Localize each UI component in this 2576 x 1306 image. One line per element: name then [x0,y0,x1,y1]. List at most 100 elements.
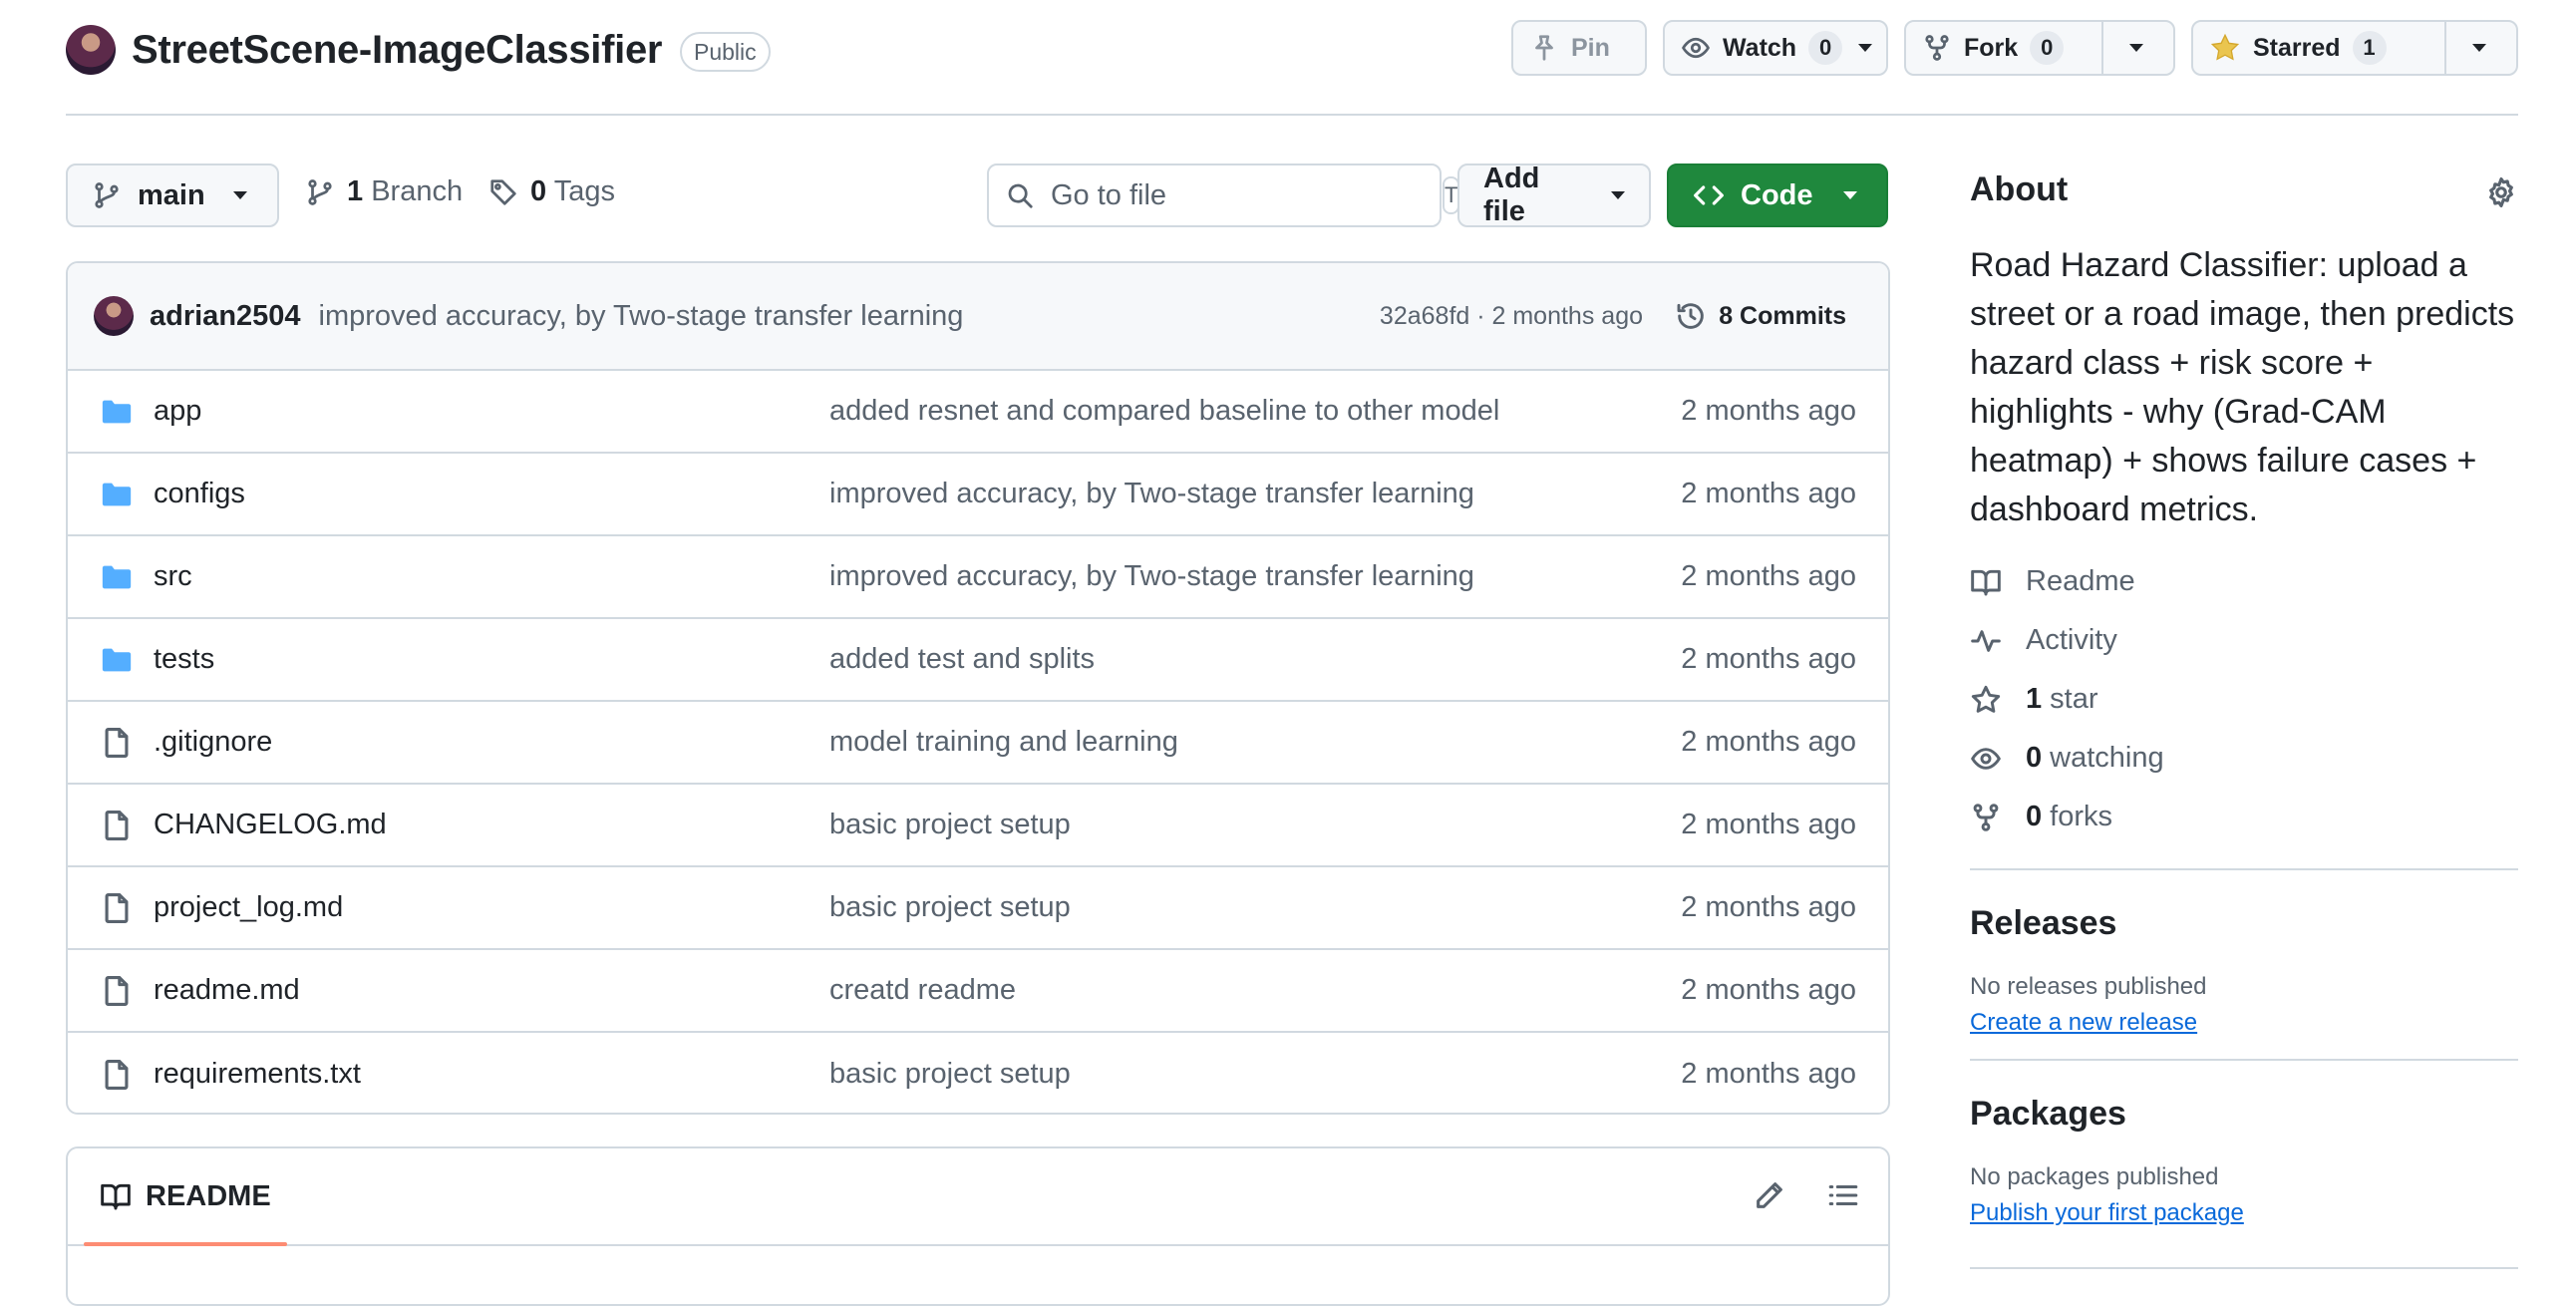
commit-author[interactable]: adrian2504 [150,300,301,333]
file-row[interactable]: configs improved accuracy, by Two-stage t… [68,454,1888,536]
file-icon [100,809,134,842]
file-row[interactable]: app added resnet and compared baseline to… [68,371,1888,454]
file-row[interactable]: .gitignore model training and learning 2 m… [68,702,1888,785]
commit-hash-time[interactable]: 32a68fd · 2 months ago [1380,302,1643,331]
add-file-label: Add file [1483,163,1540,227]
book-icon [100,1180,132,1212]
gear-icon[interactable] [2484,175,2518,209]
book-icon [1970,566,2002,598]
folder-icon [100,643,134,677]
create-release-link[interactable]: Create a new release [1970,1009,2197,1037]
commit-message[interactable]: improved accuracy, by Two-stage transfer… [319,300,964,333]
owner-avatar[interactable] [66,25,116,75]
folder-icon [100,478,134,511]
file-commit-message[interactable]: basic project setup [829,891,1071,924]
readme-tab[interactable]: README [84,1148,287,1246]
file-row[interactable]: project_log.md basic project setup 2 month… [68,867,1888,950]
watch-button[interactable]: Watch 0 [1665,22,1858,74]
file-name[interactable]: .gitignore [154,726,272,759]
star-dropdown[interactable] [2446,22,2512,74]
file-commit-message[interactable]: improved accuracy, by Two-stage transfer… [829,478,1474,510]
file-row[interactable]: readme.md creatd readme 2 months ago [68,950,1888,1033]
fork-dropdown[interactable] [2103,22,2169,74]
file-commit-message[interactable]: added resnet and compared baseline to ot… [829,395,1499,428]
chevron-down-icon [1858,44,1873,52]
fork-icon [1922,33,1952,63]
fork-button-group: Fork 0 [1904,20,2175,76]
eye-icon [1970,743,2002,775]
repo-name[interactable]: StreetScene-ImageClassifier [132,25,662,75]
file-name[interactable]: tests [154,643,214,676]
history-icon [1675,300,1707,332]
edit-pencil-icon[interactable] [1753,1178,1786,1212]
starred-button[interactable]: Starred 1 [2193,22,2444,74]
code-button[interactable]: Code [1667,163,1888,227]
file-commit-message[interactable]: basic project setup [829,809,1071,841]
file-commit-message[interactable]: creatd readme [829,974,1016,1007]
file-name[interactable]: app [154,395,201,428]
commits-count: 8 Commits [1719,301,1846,330]
releases-heading[interactable]: Releases [1970,904,2518,943]
watching-count: 0 [2026,742,2043,774]
fork-button[interactable]: Fork 0 [1906,22,2101,74]
publish-package-link[interactable]: Publish your first package [1970,1199,2244,1227]
branch-select[interactable]: main [66,163,279,227]
file-name[interactable]: project_log.md [154,891,343,924]
eye-icon [1681,33,1711,63]
outline-list-icon[interactable] [1826,1178,1860,1212]
chevron-down-icon [1611,191,1625,199]
file-name[interactable]: requirements.txt [154,1058,361,1091]
sidebar-divider [1970,1267,2518,1269]
file-row[interactable]: requirements.txt basic project setup 2 mon… [68,1033,1888,1113]
file-commit-message[interactable]: model training and learning [829,726,1178,759]
branch-label: Branch [371,175,464,207]
go-to-file-search[interactable]: T [987,163,1460,227]
file-commit-message[interactable]: improved accuracy, by Two-stage transfer… [829,560,1474,593]
stars-link[interactable]: 1 star [1970,670,2518,729]
file-table: adrian2504 improved accuracy, by Two-sta… [66,261,1890,1115]
branch-icon [92,180,122,210]
commits-history-link[interactable]: 8 Commits [1675,300,1846,332]
activity-link[interactable]: Activity [1970,611,2518,670]
file-name[interactable]: src [154,560,192,593]
file-row[interactable]: src improved accuracy, by Two-stage trans… [68,536,1888,619]
file-icon [100,726,134,760]
file-commit-message[interactable]: added test and splits [829,643,1095,676]
branches-link[interactable]: 1 Branch [305,175,463,208]
watching-link[interactable]: 0 watching [1970,729,2518,788]
repo-header: StreetScene-ImageClassifier Public Pin W… [66,20,2518,78]
branch-count: 1 [347,175,364,207]
watch-label: Watch [1723,33,1797,62]
packages-heading[interactable]: Packages [1970,1095,2518,1134]
add-file-button[interactable]: Add file [1457,163,1651,227]
packages-note: No packages published [1970,1163,2219,1190]
code-label: Code [1741,178,1813,211]
pin-button[interactable]: Pin [1511,20,1647,76]
watch-dropdown[interactable] [1858,22,1884,74]
file-name[interactable]: readme.md [154,974,300,1007]
file-commit-date: 2 months ago [1681,974,1856,1006]
tag-label: Tags [553,175,615,207]
stars-label: star [2050,683,2098,715]
tag-count: 0 [530,175,547,207]
search-input[interactable] [1049,177,1429,213]
file-commit-date: 2 months ago [1681,1058,1856,1090]
file-name[interactable]: CHANGELOG.md [154,809,387,841]
readme-link[interactable]: Readme [1970,552,2518,611]
file-commit-message[interactable]: basic project setup [829,1058,1071,1091]
tags-link[interactable]: 0 Tags [488,175,615,208]
star-button-group: Starred 1 [2191,20,2518,76]
code-icon [1693,179,1725,211]
file-row[interactable]: tests added test and splits 2 months ago [68,619,1888,702]
pulse-icon [1970,625,2002,657]
about-heading: About [1970,163,2518,215]
sidebar-divider [1970,1059,2518,1061]
commit-author-avatar[interactable] [94,296,134,336]
file-row[interactable]: CHANGELOG.md basic project setup 2 months … [68,785,1888,867]
file-name[interactable]: configs [154,478,245,510]
readme-link-label: Readme [2026,565,2135,597]
watch-button-group: Watch 0 [1663,20,1888,76]
branch-name: main [138,178,205,211]
forks-link[interactable]: 0 forks [1970,788,2518,846]
visibility-badge: Public [680,32,771,72]
